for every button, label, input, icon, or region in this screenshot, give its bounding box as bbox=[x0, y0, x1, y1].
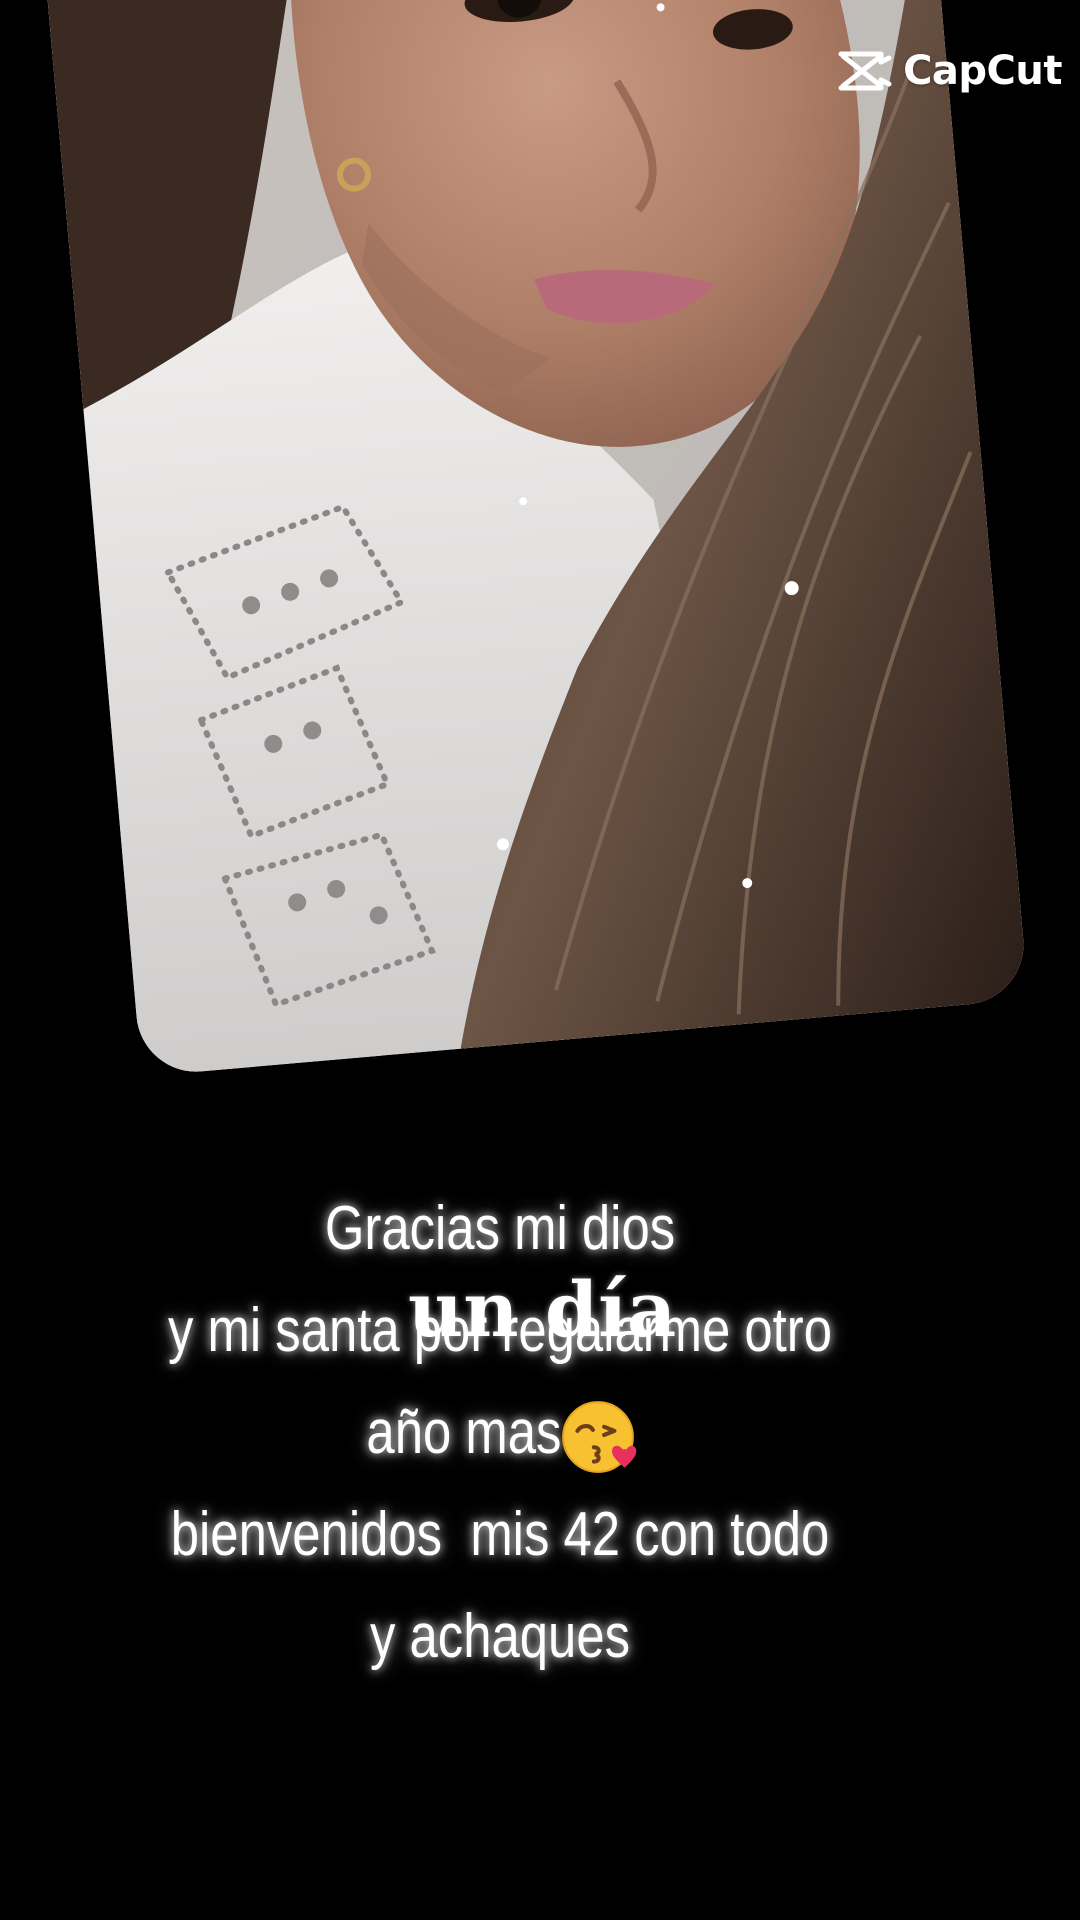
caption-text-block: Gracias mi dios y mi santa por regalarme… bbox=[90, 1178, 910, 1688]
capcut-watermark: CapCut bbox=[837, 48, 1062, 94]
caption-line-3: año mas bbox=[90, 1382, 910, 1484]
caption-line-2: y mi santa por regalarme otro bbox=[167, 1296, 833, 1365]
photo-illustration bbox=[41, 0, 1029, 1077]
capcut-brand-text: CapCut bbox=[903, 48, 1062, 94]
caption-line-1: Gracias mi dios bbox=[324, 1194, 676, 1263]
capcut-logo-icon bbox=[838, 51, 892, 91]
selfie-photo bbox=[41, 0, 1029, 1077]
video-frame: CapCut Gracias mi dios y mi santa por re… bbox=[0, 0, 1080, 1920]
caption-line-5: y achaques bbox=[369, 1602, 631, 1671]
caption-line-4: bienvenidos mis 42 con todo bbox=[170, 1500, 830, 1569]
caption-line-3-text: año mas bbox=[366, 1398, 562, 1467]
kissing-face-with-heart-icon bbox=[562, 1400, 637, 1473]
